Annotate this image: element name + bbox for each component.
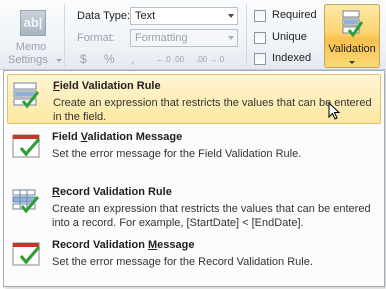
menu-item-description: Set the error message for the Record Val…	[52, 256, 313, 268]
menu-item-description: Create an expression that restricts the …	[52, 203, 371, 229]
record-validation-message-icon	[12, 242, 41, 266]
menu-item-title: Record Validation Rule	[52, 186, 172, 198]
menu-item-record-validation-message[interactable]: Record Validation Message Set the error …	[7, 234, 381, 284]
format-value: Formatting	[135, 32, 188, 44]
data-type-label: Data Type:	[77, 10, 130, 22]
data-type-value: Text	[135, 10, 156, 22]
unique-label: Unique	[272, 31, 307, 43]
chevron-down-icon	[56, 59, 62, 62]
unique-checkbox[interactable]	[254, 32, 266, 44]
menu-item-description: Create an expression that restricts the …	[53, 97, 372, 123]
required-checkbox[interactable]	[254, 10, 266, 22]
title-rest: ield Validation Rule	[59, 80, 161, 92]
mnemonic: F	[53, 80, 60, 92]
indexed-label: Indexed	[272, 52, 312, 64]
percent-format-button[interactable]: %	[104, 52, 115, 66]
menu-item-title: Field Validation Rule	[53, 80, 161, 92]
field-validation-rule-icon	[13, 82, 40, 108]
menu-item-title: Record Validation Message	[52, 239, 195, 251]
chevron-down-icon	[349, 61, 355, 64]
chevron-down-icon[interactable]	[228, 14, 234, 18]
memo-settings-button[interactable]: ab| Memo Settings	[0, 0, 62, 70]
menu-item-record-validation-rule[interactable]: Record Validation Rule Create an express…	[7, 181, 381, 237]
format-label: Format:	[77, 32, 115, 44]
group-separator	[246, 4, 247, 66]
menu-item-title: Field Validation Message	[52, 131, 183, 143]
ribbon: ab| Memo Settings Data Type: Text Format…	[0, 0, 386, 70]
record-validation-rule-icon	[12, 189, 40, 214]
mouse-pointer-icon	[328, 102, 340, 120]
comma-format-button[interactable]: ,	[131, 52, 134, 66]
decrease-decimals-button[interactable]: .00 →.0	[196, 55, 224, 64]
memo-settings-label: Memo Settings	[8, 41, 48, 66]
validation-icon	[342, 10, 364, 38]
validation-dropdown-menu: Field Validation Rule Create an expressi…	[3, 70, 385, 287]
validation-button[interactable]: Validation	[324, 4, 380, 68]
required-label: Required	[272, 9, 317, 21]
menu-item-description: Set the error message for the Field Vali…	[52, 148, 302, 160]
data-type-combobox[interactable]: Text	[130, 7, 238, 25]
validation-label: Validation	[328, 43, 376, 55]
currency-format-button[interactable]: $	[80, 52, 87, 66]
increase-decimals-button[interactable]: ←.0 .00	[156, 55, 184, 64]
memo-settings-icon: ab|	[20, 10, 46, 36]
chevron-down-icon[interactable]	[228, 36, 234, 40]
menu-item-field-validation-rule[interactable]: Field Validation Rule Create an expressi…	[7, 74, 381, 124]
mnemonic: M	[147, 239, 158, 251]
mnemonic: R	[52, 186, 60, 198]
format-combobox[interactable]: Formatting	[130, 29, 238, 47]
field-validation-message-icon	[12, 134, 41, 158]
menu-item-field-validation-message[interactable]: Field Validation Message Set the error m…	[7, 126, 381, 176]
group-separator	[64, 4, 65, 66]
indexed-checkbox[interactable]	[254, 53, 266, 65]
